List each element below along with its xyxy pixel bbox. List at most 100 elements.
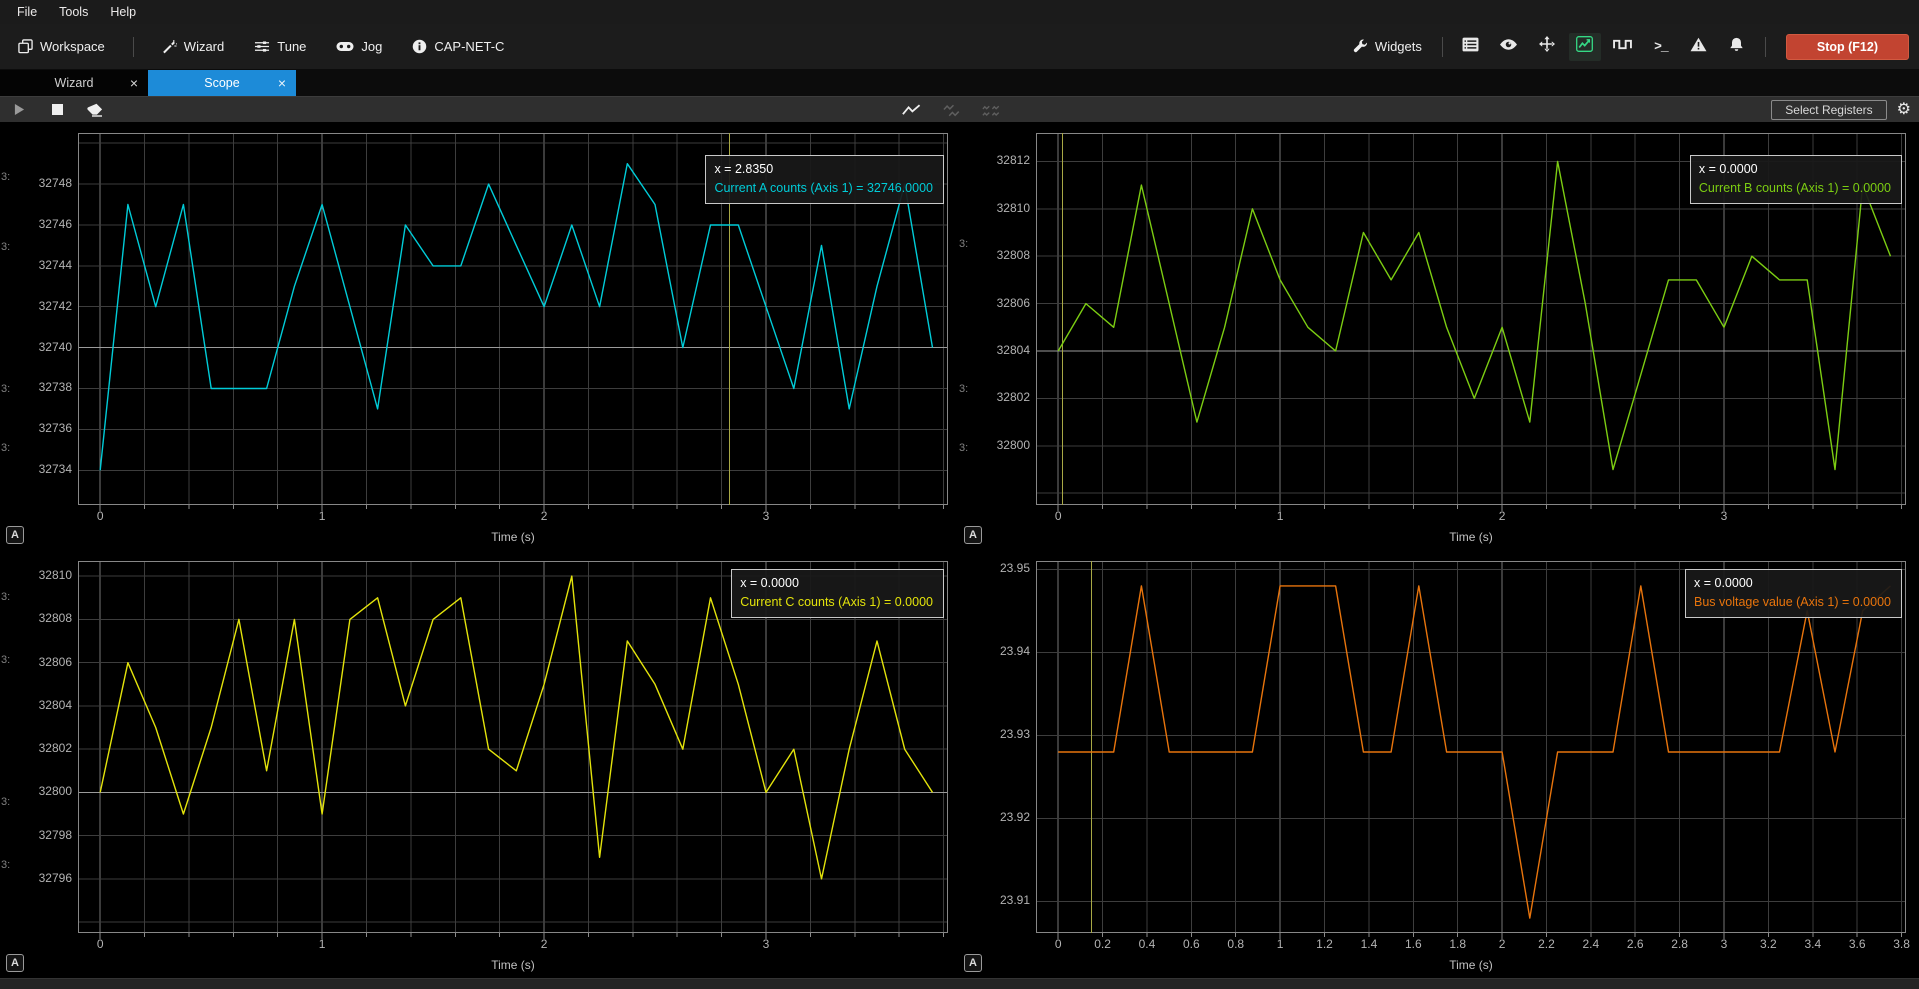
- menu-tools[interactable]: Tools: [48, 2, 99, 22]
- x-tick-label: 1: [300, 937, 344, 951]
- cursor-tooltip: x = 0.0000 Current B counts (Axis 1) = 0…: [1690, 155, 1902, 204]
- wizard-button[interactable]: Wizard: [154, 34, 232, 59]
- move-button[interactable]: [1531, 33, 1563, 61]
- clear-eraser-icon[interactable]: [84, 100, 106, 120]
- y-axis-labels: 328003280232804328063280832810328123:3:3…: [958, 122, 1036, 550]
- tune-button[interactable]: Tune: [246, 34, 314, 59]
- x-tick-label: 3: [744, 509, 788, 523]
- y-tick-label: 32798: [39, 828, 72, 842]
- info-icon: [412, 39, 427, 54]
- clipped-axis-label: 3:: [1, 796, 10, 808]
- plot-area-current-c[interactable]: x = 0.0000 Current C counts (Axis 1) = 0…: [78, 561, 948, 939]
- tooltip-series-value: Current C counts (Axis 1) = 0.0000: [740, 593, 933, 612]
- warning-icon: [1690, 37, 1707, 57]
- x-tick-label: 3.4: [1791, 937, 1835, 951]
- x-axis-title: Time (s): [1036, 958, 1906, 972]
- y-axis-labels: 3273432736327383274032742327443274632748…: [0, 122, 78, 550]
- workspace-icon: [18, 39, 33, 54]
- tooltip-x-value: x = 0.0000: [1699, 160, 1891, 179]
- clipped-axis-label: 3:: [1, 442, 10, 454]
- autoscale-button[interactable]: A: [6, 954, 24, 972]
- terminal-button[interactable]: >_: [1645, 33, 1677, 61]
- clipped-axis-label: 3:: [1, 654, 10, 666]
- x-tick-label: 1.8: [1436, 937, 1480, 951]
- watch-eye-button[interactable]: [1493, 33, 1525, 61]
- jog-gamepad-icon: [336, 40, 354, 53]
- tab-scope-label: Scope: [204, 76, 239, 90]
- workspace-button[interactable]: Workspace: [10, 34, 113, 59]
- y-axis-labels: 3279632798328003280232804328063280832810…: [0, 550, 78, 978]
- y-tick-label: 32810: [997, 201, 1030, 215]
- x-tick-label: 1: [1258, 937, 1302, 951]
- x-tick-label: 2.8: [1658, 937, 1702, 951]
- tooltip-series-value: Bus voltage value (Axis 1) = 0.0000: [1694, 593, 1891, 612]
- terminal-icon: >_: [1654, 39, 1668, 54]
- signal-generator-button[interactable]: [1607, 33, 1639, 61]
- device-info-button[interactable]: CAP-NET-C: [404, 34, 512, 59]
- x-tick-label: 2: [1480, 937, 1524, 951]
- x-tick-label: 0: [78, 937, 122, 951]
- scope-chart-icon: [1576, 36, 1593, 57]
- tooltip-x-value: x = 2.8350: [714, 160, 933, 179]
- chart-current-c: 3279632798328003280232804328063280832810…: [0, 550, 958, 978]
- y-tick-label: 32806: [39, 655, 72, 669]
- x-tick-label: 3: [1702, 937, 1746, 951]
- y-tick-label: 32800: [39, 784, 72, 798]
- clipped-axis-label: 3:: [1, 859, 10, 871]
- widgets-button[interactable]: Widgets: [1345, 34, 1430, 59]
- y-tick-label: 32738: [39, 380, 72, 394]
- plot-area-bus-voltage[interactable]: x = 0.0000 Bus voltage value (Axis 1) = …: [1036, 561, 1906, 939]
- menu-file[interactable]: File: [6, 2, 48, 22]
- x-tick-label: 3.2: [1746, 937, 1790, 951]
- wizard-label: Wizard: [184, 39, 224, 54]
- plot-area-current-a[interactable]: x = 2.8350 Current A counts (Axis 1) = 3…: [78, 133, 948, 511]
- plot-area-current-b[interactable]: x = 0.0000 Current B counts (Axis 1) = 0…: [1036, 133, 1906, 511]
- settings-gear-icon[interactable]: ⚙: [1897, 102, 1911, 118]
- tab-scope[interactable]: Scope ×: [148, 70, 296, 96]
- register-list-button[interactable]: [1455, 33, 1487, 61]
- tab-wizard-label: Wizard: [55, 76, 94, 90]
- main-toolbar: Workspace Wizard Tune Jog: [0, 24, 1919, 70]
- y-axis-labels: 23.9123.9223.9323.9423.95: [958, 550, 1036, 978]
- x-axis-title: Time (s): [78, 530, 948, 544]
- record-stop-icon[interactable]: [46, 100, 68, 120]
- layout-single-trace-icon[interactable]: [900, 100, 922, 120]
- stop-button[interactable]: Stop (F12): [1786, 34, 1909, 60]
- application-window: File Tools Help Workspace Wizard: [0, 0, 1919, 989]
- layout-dual-trace-icon[interactable]: [940, 100, 962, 120]
- notifications-button[interactable]: [1721, 33, 1753, 61]
- x-tick-label: 1.2: [1303, 937, 1347, 951]
- y-tick-label: 32734: [39, 462, 72, 476]
- layout-quad-trace-icon[interactable]: [980, 100, 1002, 120]
- x-tick-label: 3.8: [1880, 937, 1919, 951]
- square-wave-icon: [1613, 38, 1632, 56]
- chart-current-b: 328003280232804328063280832810328123:3:3…: [958, 122, 1919, 550]
- tune-sliders-icon: [254, 39, 270, 54]
- autoscale-button[interactable]: A: [964, 526, 982, 544]
- clipped-axis-label: 3:: [1, 591, 10, 603]
- y-tick-label: 32806: [997, 296, 1030, 310]
- x-tick-label: 3.6: [1835, 937, 1879, 951]
- x-tick-label: 3: [1702, 509, 1746, 523]
- autoscale-button[interactable]: A: [6, 526, 24, 544]
- scope-button[interactable]: [1569, 33, 1601, 61]
- x-tick-label: 1.6: [1391, 937, 1435, 951]
- cursor-tooltip: x = 0.0000 Current C counts (Axis 1) = 0…: [731, 569, 944, 618]
- tab-close-icon[interactable]: ×: [278, 75, 286, 91]
- status-bar: [0, 978, 1919, 989]
- tab-close-icon[interactable]: ×: [130, 75, 138, 91]
- tab-wizard[interactable]: Wizard ×: [0, 70, 148, 96]
- select-registers-button[interactable]: Select Registers: [1771, 100, 1886, 120]
- play-icon[interactable]: [8, 100, 30, 120]
- jog-button[interactable]: Jog: [328, 34, 390, 59]
- list-icon: [1462, 37, 1479, 57]
- x-axis-labels: 0123: [0, 509, 958, 525]
- scope-charts-grid: 3273432736327383274032742327443274632748…: [0, 122, 1919, 978]
- x-tick-label: 0.8: [1214, 937, 1258, 951]
- menu-help[interactable]: Help: [99, 2, 147, 22]
- x-tick-label: 0: [1036, 509, 1080, 523]
- menu-bar: File Tools Help: [0, 0, 1919, 24]
- autoscale-button[interactable]: A: [964, 954, 982, 972]
- warnings-button[interactable]: [1683, 33, 1715, 61]
- y-tick-label: 23.95: [1000, 561, 1030, 575]
